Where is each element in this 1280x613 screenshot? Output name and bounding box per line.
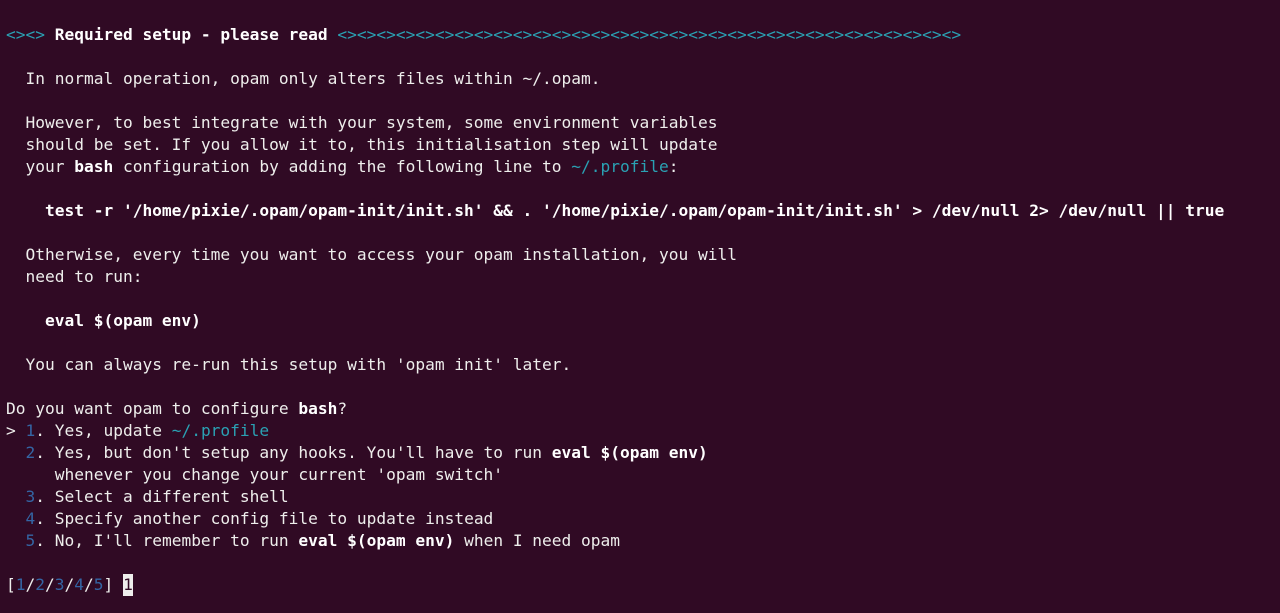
- text: should be set. If you allow it to, this …: [25, 135, 718, 154]
- selection-marker: [6, 443, 26, 462]
- text: However, to best integrate with your sys…: [25, 113, 718, 132]
- shell-name: bash: [74, 157, 114, 176]
- selection-marker: [6, 509, 26, 528]
- option-number: 1: [25, 421, 36, 440]
- text: :: [668, 157, 679, 176]
- option-1[interactable]: > 1. Yes, update ~/.profile: [6, 420, 1280, 442]
- prompt-line[interactable]: [1/2/3/4/5] 1: [6, 574, 1280, 596]
- paragraph-line: You can always re-run this setup with 'o…: [6, 354, 1280, 376]
- input-cursor[interactable]: 1: [123, 574, 133, 596]
- paragraph-line: In normal operation, opam only alters fi…: [6, 68, 1280, 90]
- choice-number: 2: [35, 575, 45, 594]
- terminal-output: <><> Required setup - please read <><><>…: [6, 24, 1280, 596]
- header-prefix: <><>: [6, 25, 45, 44]
- choice-number: 1: [15, 575, 26, 594]
- eval-command: eval $(opam env): [44, 311, 201, 330]
- option-text: when I need opam: [454, 531, 621, 550]
- text: configuration by adding the following li…: [113, 157, 572, 176]
- profile-path: ~/.profile: [171, 421, 270, 440]
- option-3[interactable]: 3. Select a different shell: [6, 486, 1280, 508]
- option-2[interactable]: 2. Yes, but don't setup any hooks. You'l…: [6, 442, 1280, 464]
- paragraph-line: Otherwise, every time you want to access…: [6, 244, 1280, 266]
- option-text: whenever you change your current 'opam s…: [54, 465, 504, 484]
- eval-command-line: eval $(opam env): [6, 310, 1280, 332]
- selection-marker: [6, 531, 26, 550]
- text: Otherwise, every time you want to access…: [25, 245, 737, 264]
- paragraph-line: should be set. If you allow it to, this …: [6, 134, 1280, 156]
- selection-marker: [6, 487, 26, 506]
- profile-path: ~/.profile: [571, 157, 669, 176]
- option-number: 2: [25, 443, 36, 462]
- choice-number: 4: [74, 575, 84, 594]
- selection-marker: >: [6, 421, 26, 440]
- paragraph-line: need to run:: [6, 266, 1280, 288]
- option-text: Specify another config file to update in…: [54, 509, 494, 528]
- text: You can always re-run this setup with 'o…: [25, 355, 572, 374]
- header-suffix: <><><><><><><><><><><><><><><><><><><><>…: [337, 25, 962, 44]
- text: ?: [337, 399, 348, 418]
- option-number: 3: [25, 487, 36, 506]
- choice-number: 5: [93, 575, 104, 594]
- init-command-line: test -r '/home/pixie/.opam/opam-init/ini…: [6, 200, 1280, 222]
- option-2-continued: whenever you change your current 'opam s…: [6, 464, 1280, 486]
- option-number: 4: [25, 509, 36, 528]
- text: your: [25, 157, 75, 176]
- header-title: Required setup - please read: [54, 25, 328, 44]
- text: need to run:: [25, 267, 143, 286]
- option-5[interactable]: 5. No, I'll remember to run eval $(opam …: [6, 530, 1280, 552]
- eval-command: eval $(opam env): [298, 531, 455, 550]
- text: Do you want opam to configure: [6, 399, 299, 418]
- option-text: Yes, update: [54, 421, 172, 440]
- option-text: Select a different shell: [54, 487, 289, 506]
- question-line: Do you want opam to configure bash?: [6, 398, 1280, 420]
- option-text: No, I'll remember to run: [54, 531, 299, 550]
- shell-name: bash: [298, 399, 338, 418]
- header-line: <><> Required setup - please read <><><>…: [6, 24, 1280, 46]
- choice-number: 3: [54, 575, 65, 594]
- option-number: 5: [25, 531, 36, 550]
- eval-command: eval $(opam env): [551, 443, 708, 462]
- init-command: test -r '/home/pixie/.opam/opam-init/ini…: [44, 201, 1225, 220]
- paragraph-line: However, to best integrate with your sys…: [6, 112, 1280, 134]
- option-4[interactable]: 4. Specify another config file to update…: [6, 508, 1280, 530]
- paragraph-line: your bash configuration by adding the fo…: [6, 156, 1280, 178]
- option-text: Yes, but don't setup any hooks. You'll h…: [54, 443, 552, 462]
- text: In normal operation, opam only alters fi…: [25, 69, 601, 88]
